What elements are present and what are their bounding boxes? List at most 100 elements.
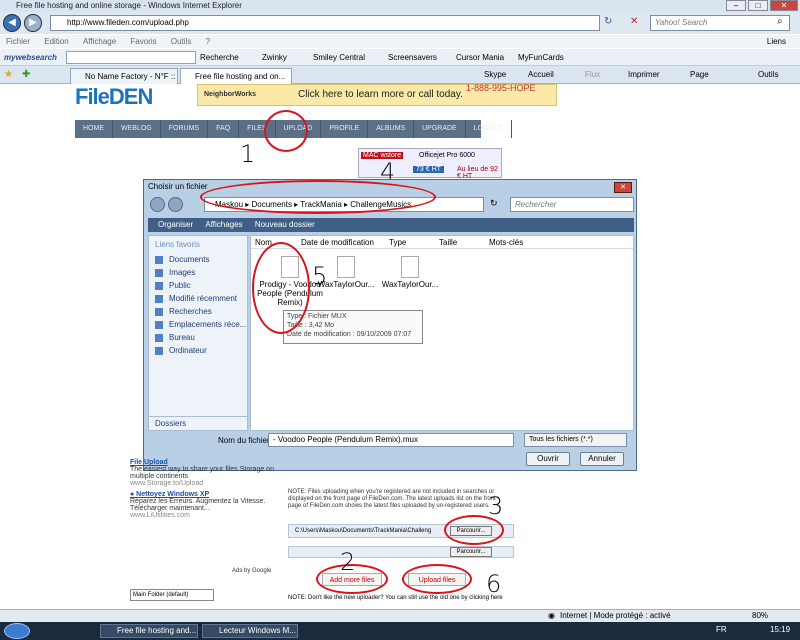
browse-button-2[interactable]: Parcourir... <box>450 547 492 557</box>
new-folder-button[interactable]: Nouveau dossier <box>255 220 315 229</box>
nav-faq[interactable]: FAQ <box>208 120 240 138</box>
stop-icon[interactable]: ✕ <box>630 16 638 27</box>
nav-albums[interactable]: ALBUMS <box>368 120 415 138</box>
search-input[interactable]: Yahoo! Search <box>650 15 790 31</box>
menu-affichage[interactable]: Affichage <box>83 37 116 46</box>
cmd-tools[interactable]: Outils <box>758 68 778 82</box>
tab-nonamefactory[interactable]: No Name Factory - N°F :: ... <box>70 68 178 96</box>
organize-button[interactable]: Organiser <box>158 220 193 229</box>
ad-link-nettoyez[interactable]: ● Nettoyez Windows XP <box>130 491 280 498</box>
sidebar-item-computer[interactable]: Ordinateur <box>149 344 247 357</box>
address-bar[interactable]: http://www.fileden.com/upload.php <box>50 15 600 31</box>
sidebar-item-desktop[interactable]: Bureau <box>149 331 247 344</box>
links-label[interactable]: Liens <box>767 35 786 48</box>
language-indicator[interactable]: FR <box>716 625 727 634</box>
sidebar-item-recent-places[interactable]: Emplacements réce... <box>149 318 247 331</box>
ad-banner-text: Click here to learn more or call today. <box>298 89 463 100</box>
folder-select[interactable]: Main Folder (default) <box>130 589 214 601</box>
close-button[interactable]: ✕ <box>770 0 798 11</box>
toolbar-cursormania[interactable]: Cursor Mania <box>456 49 504 66</box>
cmd-feeds[interactable]: Flux <box>585 68 600 82</box>
sidebar-item-images[interactable]: Images <box>149 266 247 279</box>
toolbar-myfuncards[interactable]: MyFunCards <box>518 49 564 66</box>
column-date[interactable]: Date de modification <box>301 236 374 249</box>
folders-toggle[interactable]: Dossiers <box>149 416 247 430</box>
filename-input[interactable]: - Voodoo People (Pendulum Remix).mux <box>268 433 514 447</box>
toolbar-row: mywebsearch Recherche Zwinky Smiley Cent… <box>0 49 800 66</box>
toolbar-search-button[interactable]: Recherche <box>200 49 239 66</box>
menu-favoris[interactable]: Favoris <box>130 37 156 46</box>
column-type[interactable]: Type <box>389 236 406 249</box>
sidebar-item-documents[interactable]: Documents <box>149 253 247 266</box>
file-dialog: Choisir un fichier ✕ Maskou ▸ Documents … <box>143 179 637 471</box>
menu-fichier[interactable]: Fichier <box>6 37 30 46</box>
annotation-number-6: 6 <box>486 570 502 598</box>
ads-by-google[interactable]: Ads by Google <box>232 568 271 574</box>
toolbar-smiley[interactable]: Smiley Central <box>313 49 365 66</box>
cancel-button[interactable]: Annuler <box>580 452 624 466</box>
tab-fileden[interactable]: Free file hosting and on... <box>180 68 292 84</box>
annotation-number-2: 2 <box>340 548 356 576</box>
cmd-skype[interactable]: Skype <box>484 68 506 82</box>
minimize-button[interactable]: – <box>726 0 746 11</box>
start-button[interactable] <box>4 623 30 639</box>
toolbar-search-input[interactable] <box>66 51 196 64</box>
nav-weblog[interactable]: WEBLOG <box>113 120 161 138</box>
nav-forums[interactable]: FORUMS <box>161 120 209 138</box>
column-size[interactable]: Taille <box>439 236 457 249</box>
clock[interactable]: 15:19 <box>770 625 790 634</box>
add-favorite-icon[interactable]: ✚ <box>22 69 30 80</box>
cmd-print[interactable]: Imprimer <box>628 68 660 82</box>
dialog-back-icon[interactable] <box>150 197 165 212</box>
forward-icon[interactable]: ▶ <box>24 14 42 32</box>
cmd-page[interactable]: Page <box>690 68 709 82</box>
dialog-refresh-icon[interactable]: ↻ <box>490 198 498 209</box>
sidebar-item-searches[interactable]: Recherches <box>149 305 247 318</box>
dialog-search-input[interactable]: Rechercher <box>510 197 634 212</box>
back-icon[interactable]: ◀ <box>3 14 21 32</box>
annotation-circle-file <box>252 242 310 334</box>
file-icon <box>401 256 419 278</box>
security-zone[interactable]: Internet | Mode protégé : activé <box>560 610 671 622</box>
views-button[interactable]: Affichages <box>205 220 242 229</box>
officejet-price: 73 € HT <box>413 166 444 173</box>
site-logo[interactable]: FileDEN <box>75 84 153 110</box>
filetype-select[interactable]: Tous les fichiers (*.*) <box>524 433 627 447</box>
nav-home[interactable]: HOME <box>75 120 113 138</box>
menu-edition[interactable]: Edition <box>44 37 68 46</box>
dialog-title: Choisir un fichier <box>148 182 208 191</box>
taskbar-item-wmp[interactable]: Lecteur Windows M... <box>202 624 298 638</box>
sidebar-item-recent[interactable]: Modifié récemment <box>149 292 247 305</box>
menu-outils[interactable]: Outils <box>171 37 191 46</box>
upload-note: NOTE: Files uploading when you're regist… <box>288 489 496 509</box>
nav-upgrade[interactable]: UPGRADE <box>414 120 466 138</box>
dialog-close-button[interactable]: ✕ <box>614 182 632 193</box>
favorites-star-icon[interactable]: ★ <box>4 69 13 80</box>
tooltip-size: Taille : 3,42 Mo <box>287 322 335 329</box>
column-headers: Nom Date de modification Type Taille Mot… <box>251 236 633 249</box>
toolbar-zwinky[interactable]: Zwinky <box>262 49 287 66</box>
sidebar-heading: Liens favoris <box>155 240 200 249</box>
menu-help[interactable]: ? <box>206 37 210 46</box>
column-tags[interactable]: Mots-clés <box>489 236 523 249</box>
sidebar-item-public[interactable]: Public <box>149 279 247 292</box>
file-item-waxtaylor-2[interactable]: WaxTaylorOur... <box>375 256 445 289</box>
toolbar-screensavers[interactable]: Screensavers <box>388 49 437 66</box>
ad-banner[interactable]: NeighborWorks Click here to learn more o… <box>197 83 557 106</box>
ad-link-file-upload[interactable]: File Upload <box>130 459 280 466</box>
cmd-home[interactable]: Accueil <box>528 68 554 82</box>
nav-logout[interactable]: LOGOUT <box>466 120 513 138</box>
ad-url: www.LiUtilities.com <box>130 512 190 519</box>
taskbar-item-ie[interactable]: Free file hosting and... <box>100 624 198 638</box>
dialog-toolbar: Organiser Affichages Nouveau dossier <box>148 218 634 232</box>
refresh-icon[interactable]: ↻ <box>604 16 612 27</box>
open-button[interactable]: Ouvrir <box>526 452 570 466</box>
window-title: Free file hosting and online storage - W… <box>0 0 800 12</box>
ad-banner-brand: NeighborWorks <box>204 91 256 98</box>
dialog-forward-icon[interactable] <box>168 197 183 212</box>
nav-profile[interactable]: PROFILE <box>321 120 369 138</box>
zoom-level[interactable]: 80% <box>752 610 768 622</box>
maximize-button[interactable]: □ <box>748 0 768 11</box>
search-icon[interactable]: ⌕ <box>777 16 783 27</box>
ad-desc: The easiest way to share your files Stor… <box>130 466 274 480</box>
